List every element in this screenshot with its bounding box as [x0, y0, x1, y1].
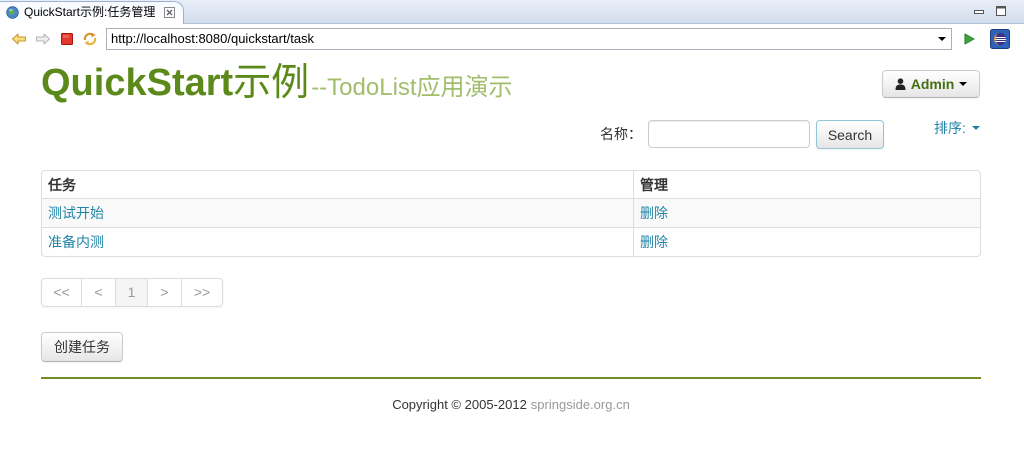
- pagination: << < 1 > >>: [41, 278, 223, 307]
- create-task-button[interactable]: 创建任务: [41, 332, 123, 362]
- footer: Copyright © 2005-2012 springside.org.cn: [41, 396, 981, 413]
- search-name-input[interactable]: [648, 120, 810, 148]
- copyright-text: Copyright © 2005-2012: [392, 397, 527, 412]
- browser-toolbar: http://localhost:8080/quickstart/task: [0, 24, 1024, 55]
- task-cell: 准备内测: [42, 227, 633, 256]
- create-task-label: 创建任务: [54, 339, 110, 355]
- task-link[interactable]: 测试开始: [48, 205, 104, 221]
- search-button[interactable]: Search: [816, 120, 884, 149]
- table-row: 测试开始 删除: [42, 198, 980, 227]
- browser-tab[interactable]: QuickStart示例:任务管理: [0, 1, 184, 24]
- user-icon: [895, 78, 906, 90]
- minimize-icon[interactable]: [973, 5, 985, 17]
- caret-down-icon: [959, 82, 968, 86]
- editor-tab-bar: QuickStart示例:任务管理: [0, 0, 1024, 24]
- pagination-first[interactable]: <<: [41, 278, 82, 307]
- caret-down-icon: [971, 126, 980, 130]
- browser-tab-title: QuickStart示例:任务管理: [24, 5, 156, 19]
- delete-link[interactable]: 删除: [640, 205, 668, 221]
- manage-cell: 删除: [633, 198, 980, 227]
- pagination-last[interactable]: >>: [182, 278, 223, 307]
- address-bar[interactable]: http://localhost:8080/quickstart/task: [106, 28, 952, 50]
- footer-link[interactable]: springside.org.cn: [531, 397, 630, 412]
- manage-cell: 删除: [633, 227, 980, 256]
- maximize-icon[interactable]: [995, 5, 1007, 17]
- task-link[interactable]: 准备内测: [48, 234, 104, 250]
- pagination-page[interactable]: 1: [116, 278, 148, 307]
- page-title: QuickStart 示例 --TodoList应用演示: [41, 64, 513, 102]
- forward-icon[interactable]: [35, 31, 51, 47]
- refresh-icon[interactable]: [82, 31, 98, 47]
- sort-label: 排序:: [934, 120, 966, 136]
- delete-link[interactable]: 删除: [640, 234, 668, 250]
- task-cell: 测试开始: [42, 198, 633, 227]
- back-icon[interactable]: [11, 31, 27, 47]
- column-header-task: 任务: [48, 176, 76, 193]
- column-header-manage: 管理: [633, 171, 980, 198]
- footer-divider: [41, 377, 981, 379]
- task-table: 任务 管理 测试开始 删除 准备内测 删除: [41, 170, 981, 257]
- search-button-label: Search: [827, 126, 873, 143]
- close-icon[interactable]: [164, 7, 175, 18]
- table-header-row: 任务 管理: [42, 171, 980, 198]
- stop-icon[interactable]: [60, 32, 74, 46]
- pagination-previous[interactable]: <: [82, 278, 116, 307]
- pagination-next[interactable]: >: [148, 278, 182, 307]
- address-bar-url: http://localhost:8080/quickstart/task: [111, 31, 315, 46]
- page-subtitle: --TodoList应用演示: [311, 74, 513, 101]
- brand-suffix: 示例: [233, 62, 310, 104]
- go-icon[interactable]: [962, 32, 976, 46]
- user-name: Admin: [910, 76, 955, 92]
- chevron-down-icon[interactable]: [938, 37, 946, 41]
- sort-dropdown[interactable]: 排序:: [934, 118, 980, 138]
- brand-name: QuickStart: [41, 62, 234, 104]
- table-row: 准备内测 删除: [42, 227, 980, 256]
- eclipse-icon[interactable]: [990, 29, 1010, 49]
- search-name-label: 名称：: [600, 126, 642, 142]
- globe-icon: [6, 6, 19, 19]
- user-menu-button[interactable]: Admin: [882, 70, 980, 98]
